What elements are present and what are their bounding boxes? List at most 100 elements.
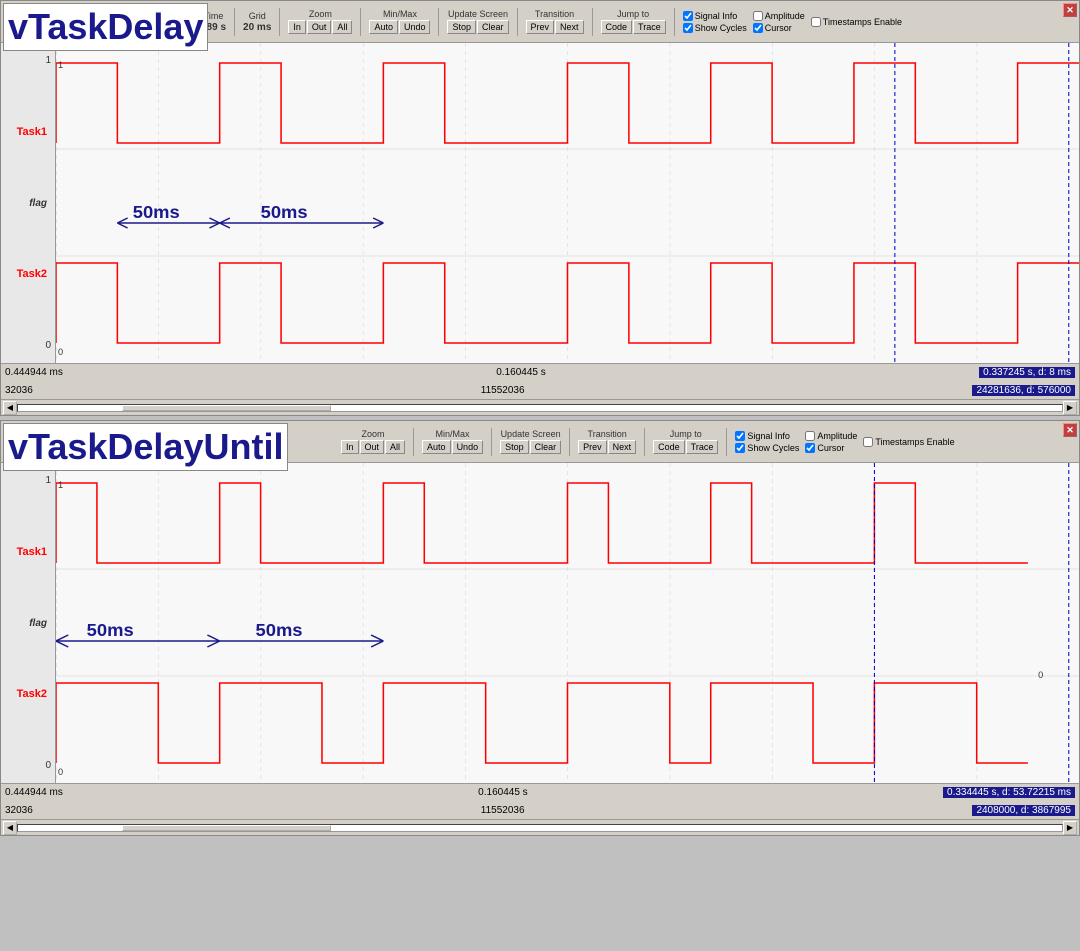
trans-prev-button-2[interactable]: Prev bbox=[578, 440, 607, 454]
timestamps-label-2: Timestamps Enable bbox=[875, 437, 954, 447]
scrollbar-thumb-2[interactable] bbox=[122, 825, 331, 831]
transition-label: Transition bbox=[535, 9, 574, 19]
cursor-checkbox[interactable] bbox=[753, 23, 763, 33]
cursor-checkbox-2[interactable] bbox=[805, 443, 815, 453]
panel-title-2: vTaskDelayUntil bbox=[3, 423, 288, 471]
zoom-in-button-2[interactable]: In bbox=[341, 440, 359, 454]
zoom-out-button-2[interactable]: Out bbox=[360, 440, 385, 454]
checkbox-group-3: Timestamps Enable bbox=[811, 17, 902, 27]
signal-info-checkbox-2[interactable] bbox=[735, 431, 745, 441]
update-stop-button-2[interactable]: Stop bbox=[500, 440, 529, 454]
checkbox-group-6: Timestamps Enable bbox=[863, 437, 954, 447]
amplitude-checkbox[interactable] bbox=[753, 11, 763, 21]
scrollbar-track-2[interactable] bbox=[17, 824, 1063, 832]
scrollbar-thumb-1[interactable] bbox=[122, 405, 331, 411]
scroll-right-btn-1[interactable]: ▶ bbox=[1063, 401, 1077, 415]
timestamps-row-2: Timestamps Enable bbox=[863, 437, 954, 447]
sep5 bbox=[517, 8, 518, 36]
scrollbar-1: ◀ ▶ bbox=[1, 399, 1079, 415]
waveform-area-1: 1 Task1 flag Task2 0 bbox=[1, 43, 1079, 363]
zoom-out-button[interactable]: Out bbox=[307, 20, 332, 34]
timestamps-row: Timestamps Enable bbox=[811, 17, 902, 27]
svg-text:1: 1 bbox=[58, 60, 63, 70]
status-bar-1b: 32036 11552036 24281636, d: 576000 bbox=[1, 381, 1079, 399]
trans-next-button[interactable]: Next bbox=[555, 20, 584, 34]
show-cycles-checkbox[interactable] bbox=[683, 23, 693, 33]
zoom-all-button-2[interactable]: All bbox=[385, 440, 405, 454]
sep2 bbox=[279, 8, 280, 36]
y-axis-top-2: 1 bbox=[5, 475, 51, 486]
minmax-auto-button-2[interactable]: Auto bbox=[422, 440, 451, 454]
minmax-group-2: Min/Max Auto Undo bbox=[422, 429, 483, 454]
zoom-all-button[interactable]: All bbox=[332, 20, 352, 34]
panel-vtaskdelay: ✕ vTaskDelay Time 789 s Grid 20 ms Zoom … bbox=[0, 0, 1080, 416]
show-cycles-label: Show Cycles bbox=[695, 23, 747, 33]
show-cycles-checkbox-2[interactable] bbox=[735, 443, 745, 453]
transition-label-2: Transition bbox=[588, 429, 627, 439]
signal-info-row: Signal Info bbox=[683, 11, 747, 21]
status-bar-2a: 0.444944 ms 0.160445 s 0.334445 s, d: 53… bbox=[1, 783, 1079, 801]
scroll-left-btn-1[interactable]: ◀ bbox=[3, 401, 17, 415]
zoom-in-button[interactable]: In bbox=[288, 20, 306, 34]
status-left-1a: 0.444944 ms bbox=[5, 367, 63, 378]
grid-label: Grid bbox=[249, 11, 266, 21]
cursor-label-2: Cursor bbox=[817, 443, 844, 453]
status-mid-1a: 0.160445 s bbox=[496, 367, 546, 378]
timestamps-checkbox-2[interactable] bbox=[863, 437, 873, 447]
checkbox-group-4: Signal Info Show Cycles bbox=[735, 431, 799, 453]
y-axis-bottom-2: 0 bbox=[5, 760, 51, 771]
sep8 bbox=[413, 428, 414, 456]
minmax-controls-2: Auto Undo bbox=[422, 440, 483, 454]
amplitude-label-2: Amplitude bbox=[817, 431, 857, 441]
jump-trace-button-2[interactable]: Trace bbox=[686, 440, 719, 454]
scroll-right-btn-2[interactable]: ▶ bbox=[1063, 821, 1077, 835]
signal-info-label: Signal Info bbox=[695, 11, 738, 21]
status-left-2b: 32036 bbox=[5, 805, 33, 816]
transition-controls: Prev Next bbox=[526, 20, 584, 34]
minmax-undo-button-2[interactable]: Undo bbox=[452, 440, 484, 454]
scroll-left-btn-2[interactable]: ◀ bbox=[3, 821, 17, 835]
status-mid-1b: 11552036 bbox=[481, 385, 525, 396]
status-mid-2b: 11552036 bbox=[481, 805, 525, 816]
amplitude-row: Amplitude bbox=[753, 11, 805, 21]
show-cycles-label-2: Show Cycles bbox=[747, 443, 799, 453]
status-highlight-1a: 0.337245 s, d: 8 ms bbox=[979, 367, 1075, 378]
close-button-2[interactable]: ✕ bbox=[1063, 423, 1077, 437]
status-left-1b: 32036 bbox=[5, 385, 33, 396]
update-label: Update Screen bbox=[448, 9, 508, 19]
status-bar-2b: 32036 11552036 2408000, d: 3867995 bbox=[1, 801, 1079, 819]
scrollbar-track-1[interactable] bbox=[17, 404, 1063, 412]
task1-label-1: Task1 bbox=[5, 126, 51, 138]
flag-label-2: flag bbox=[5, 618, 51, 629]
minmax-group: Min/Max Auto Undo bbox=[369, 9, 430, 34]
signal-labels-2: 1 Task1 flag Task2 0 bbox=[1, 463, 56, 783]
transition-group: Transition Prev Next bbox=[526, 9, 584, 34]
minmax-controls: Auto Undo bbox=[369, 20, 430, 34]
status-mid-2a: 0.160445 s bbox=[478, 787, 528, 798]
jump-code-button-2[interactable]: Code bbox=[653, 440, 685, 454]
jump-code-button[interactable]: Code bbox=[601, 20, 633, 34]
signal-labels-1: 1 Task1 flag Task2 0 bbox=[1, 43, 56, 363]
jumpto-label: Jump to bbox=[617, 9, 649, 19]
amplitude-checkbox-2[interactable] bbox=[805, 431, 815, 441]
update-group-2: Update Screen Stop Clear bbox=[500, 429, 561, 454]
svg-text:0: 0 bbox=[1038, 670, 1043, 680]
update-clear-button[interactable]: Clear bbox=[477, 20, 509, 34]
jump-trace-button[interactable]: Trace bbox=[633, 20, 666, 34]
waveform-svg-2: 50ms 50ms 1 0 bbox=[56, 463, 1079, 783]
cursor-label: Cursor bbox=[765, 23, 792, 33]
update-stop-button[interactable]: Stop bbox=[447, 20, 476, 34]
status-right-2b: 2408000, d: 3867995 bbox=[972, 805, 1075, 816]
status-highlight-1b: 24281636, d: 576000 bbox=[972, 385, 1075, 396]
trans-prev-button[interactable]: Prev bbox=[526, 20, 555, 34]
minmax-auto-button[interactable]: Auto bbox=[369, 20, 398, 34]
timestamps-checkbox[interactable] bbox=[811, 17, 821, 27]
minmax-undo-button[interactable]: Undo bbox=[399, 20, 431, 34]
waveform-canvas-2: 50ms 50ms 1 0 bbox=[56, 463, 1079, 783]
close-button-1[interactable]: ✕ bbox=[1063, 3, 1077, 17]
trans-next-button-2[interactable]: Next bbox=[608, 440, 637, 454]
update-clear-button-2[interactable]: Clear bbox=[530, 440, 562, 454]
jumpto-controls: Code Trace bbox=[601, 20, 666, 34]
show-cycles-row-2: Show Cycles bbox=[735, 443, 799, 453]
signal-info-checkbox[interactable] bbox=[683, 11, 693, 21]
